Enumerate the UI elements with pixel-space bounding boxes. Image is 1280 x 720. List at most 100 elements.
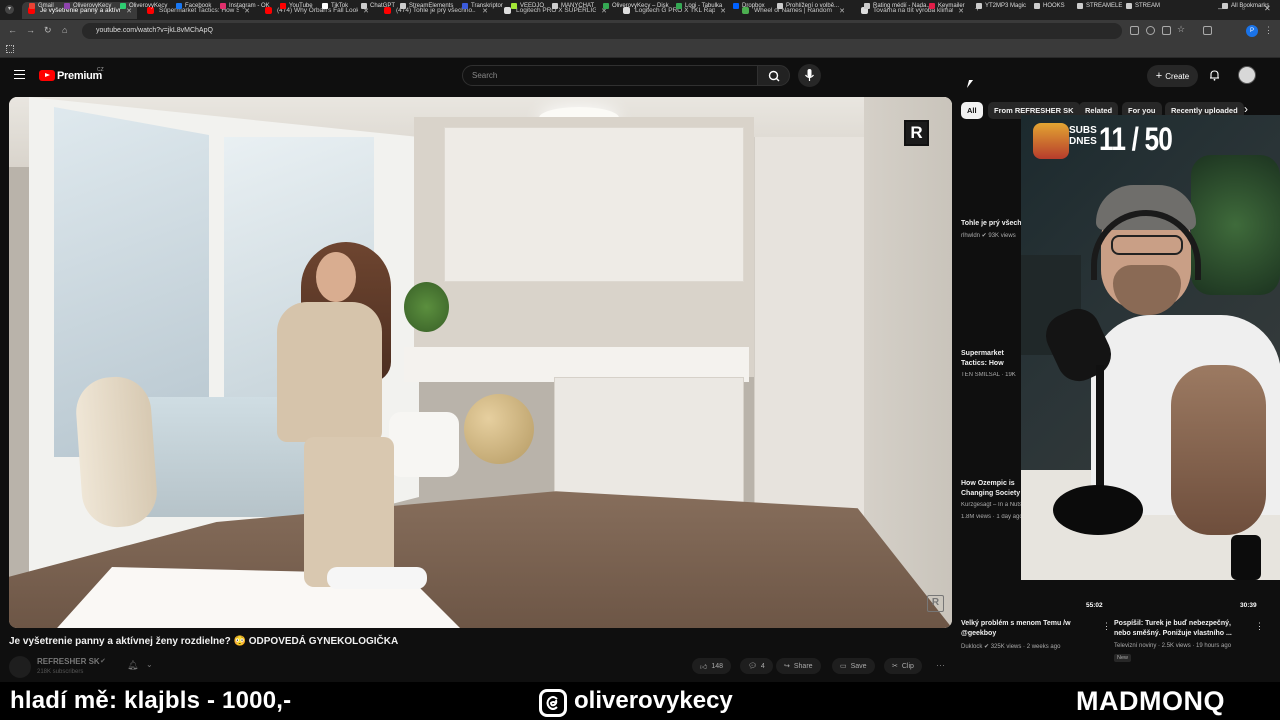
related-video-title[interactable]: Velký problém s menom Temu /w @geekboy xyxy=(961,619,1101,639)
bookmark-item[interactable]: TikTok xyxy=(322,3,348,9)
bookmark-item[interactable]: MANYCHAT xyxy=(552,3,594,9)
bookmark-label: Prohlížení o volbě... xyxy=(786,3,840,9)
bookmark-item[interactable]: STREAM xyxy=(1126,3,1160,9)
tab-favicon-icon xyxy=(504,7,511,14)
channel-watermark-icon: R xyxy=(904,120,929,146)
bookmark-label: StreamElements xyxy=(409,3,454,9)
forward-icon[interactable]: → xyxy=(26,25,35,35)
share-button[interactable]: ↪ Share xyxy=(776,658,821,674)
bookmark-favicon-icon xyxy=(322,3,328,9)
bookmark-item[interactable]: OliverovyKecy xyxy=(64,3,111,9)
bookmark-item[interactable]: YT2MP3 Magic xyxy=(976,3,1026,9)
bookmark-item[interactable]: Transkriptor xyxy=(462,3,503,9)
bookmark-item[interactable]: OliverovyKecy xyxy=(120,3,167,9)
chips-next-icon[interactable]: › xyxy=(1244,102,1248,116)
bookmark-item[interactable]: YouTube xyxy=(280,3,313,9)
bookmark-favicon-icon xyxy=(462,3,468,9)
comments-button[interactable]: 💬︎ 4 xyxy=(740,658,773,674)
related-video-title[interactable]: Pospíšil: Turek je buď nebezpečný, nebo … xyxy=(1114,619,1244,639)
sponsor-brand: MADMONQ xyxy=(1076,686,1225,716)
related-video-meta: rlhwldn ✔ 93K views xyxy=(961,233,1016,239)
browser-menu-icon[interactable]: ⋮ xyxy=(1264,25,1273,36)
clip-button[interactable]: ✂ Clip xyxy=(884,658,922,674)
account-avatar[interactable] xyxy=(1238,66,1256,84)
zoom-icon[interactable] xyxy=(1146,26,1155,35)
bookmark-label: Rating médií - Nada... xyxy=(873,3,932,9)
bookmark-label: Gmail xyxy=(38,3,54,9)
bookmark-item[interactable]: Instagram - OK xyxy=(220,3,270,9)
bookmark-item[interactable]: Rating médií - Nada... xyxy=(864,3,931,9)
voice-search-button[interactable] xyxy=(798,64,821,87)
bookmark-item[interactable]: STREAMELE xyxy=(1077,3,1122,9)
bookmark-star-icon[interactable]: ☆ xyxy=(1177,24,1185,35)
bookmark-item[interactable]: All Bookmarks xyxy=(1222,3,1269,9)
exercise-ball xyxy=(464,394,534,464)
create-button[interactable]: + Create xyxy=(1147,65,1198,87)
donation-ticker: hladí mě: klajbls - 1000,- xyxy=(10,687,292,714)
related-video-meta: TEN SMILSAL · 19K xyxy=(961,372,1016,378)
person-shoes xyxy=(327,567,427,589)
bookmark-favicon-icon xyxy=(1034,3,1040,9)
video-player[interactable]: R R xyxy=(9,97,952,628)
menu-icon[interactable] xyxy=(14,70,25,79)
tab-list-icon[interactable]: ▾ xyxy=(5,5,14,14)
bookmark-item[interactable]: OliverovyKecy – Disk xyxy=(603,3,669,9)
instagram-handle: oliverovykecy xyxy=(574,687,733,714)
person-legs xyxy=(304,437,394,587)
bookmark-label: MANYCHAT xyxy=(561,3,595,9)
upper-cabinets xyxy=(444,127,744,282)
more-options-icon[interactable]: ⋮ xyxy=(1255,621,1264,632)
close-tab-icon[interactable]: ✕ xyxy=(839,7,845,15)
related-video-meta: Duklock ✔ 325K views · 2 weeks ago xyxy=(961,644,1061,650)
bookmark-item[interactable]: VEEDJO xyxy=(511,3,544,9)
new-badge: New xyxy=(1114,654,1132,662)
home-icon[interactable]: ⌂ xyxy=(62,25,67,35)
bookmark-item[interactable]: StreamElements xyxy=(400,3,453,9)
notifications-bell-icon[interactable] xyxy=(1209,69,1220,81)
url-input[interactable]: youtube.com/watch?v=jkL8vMChApQ xyxy=(82,23,1122,39)
like-button[interactable]: 👍︎ 148 xyxy=(692,658,732,674)
related-video-title[interactable]: Tohle je prý všechno.. xyxy=(961,219,1021,229)
subscription-bell-icon[interactable]: 🔔︎ xyxy=(127,660,138,671)
browser-address-bar: ← → ↻ ⌂ youtube.com/watch?v=jkL8vMChApQ … xyxy=(0,20,1280,42)
bookmark-favicon-icon xyxy=(733,3,739,9)
back-icon[interactable]: ← xyxy=(8,25,17,35)
bookmark-label: OliverovyKecy xyxy=(73,3,112,9)
search-input[interactable]: Search xyxy=(462,65,758,86)
more-actions-icon[interactable]: ⋯ xyxy=(936,660,945,671)
youtube-logo-icon[interactable] xyxy=(39,70,55,81)
filter-chip[interactable]: All xyxy=(961,102,983,119)
channel-name[interactable]: REFRESHER SK xyxy=(37,657,100,666)
youtube-premium-label[interactable]: Premium xyxy=(57,70,102,82)
extensions-icon[interactable] xyxy=(1203,26,1212,35)
bookmark-item[interactable]: ChatGPT xyxy=(361,3,395,9)
apps-grid-icon[interactable] xyxy=(6,45,14,53)
bookmark-favicon-icon xyxy=(603,3,609,9)
bookmark-label: OliverovyKecy xyxy=(129,3,168,9)
browser-tab[interactable]: (474) Why Orban's Fall Looks Im...✕ xyxy=(259,2,374,19)
profile-icon[interactable]: P xyxy=(1246,25,1258,37)
related-video-stats: 1.8M views · 1 day ago xyxy=(961,514,1021,520)
related-video-title[interactable]: How Ozempic is Changing Society xyxy=(961,479,1023,499)
video-title: Je vyšetrenie panny a aktívnej ženy rozd… xyxy=(9,636,399,647)
bookmark-item[interactable]: Facebook xyxy=(176,3,211,9)
bookmark-item[interactable]: Gmail xyxy=(29,3,54,9)
bookmark-label: Dropbox xyxy=(742,3,765,9)
thumbs-up-icon: 👍︎ xyxy=(700,663,708,671)
reload-icon[interactable]: ↻ xyxy=(44,25,52,36)
save-button[interactable]: ▭ Save xyxy=(832,658,875,674)
bookmark-item[interactable]: Keymailer xyxy=(929,3,965,9)
bookmark-item[interactable]: Dropbox xyxy=(733,3,765,9)
search-button[interactable] xyxy=(757,65,790,86)
translate-icon[interactable] xyxy=(1130,26,1139,35)
more-options-icon[interactable]: ⋮ xyxy=(1102,621,1111,632)
related-video-title[interactable]: Supermarket Tactics: How Stores Make You… xyxy=(961,349,1021,369)
channel-avatar[interactable] xyxy=(9,656,31,678)
bookmark-item[interactable]: Prohlížení o volbě... xyxy=(777,3,839,9)
bookmark-item[interactable]: HOOKS xyxy=(1034,3,1065,9)
bookmark-item[interactable]: Logi - Tabulka xyxy=(676,3,722,9)
verified-icon: ✔ xyxy=(100,658,106,665)
cast-icon[interactable] xyxy=(1162,26,1171,35)
bookmark-label: TikTok xyxy=(331,3,349,9)
chevron-down-icon[interactable]: ⌄ xyxy=(146,660,153,669)
